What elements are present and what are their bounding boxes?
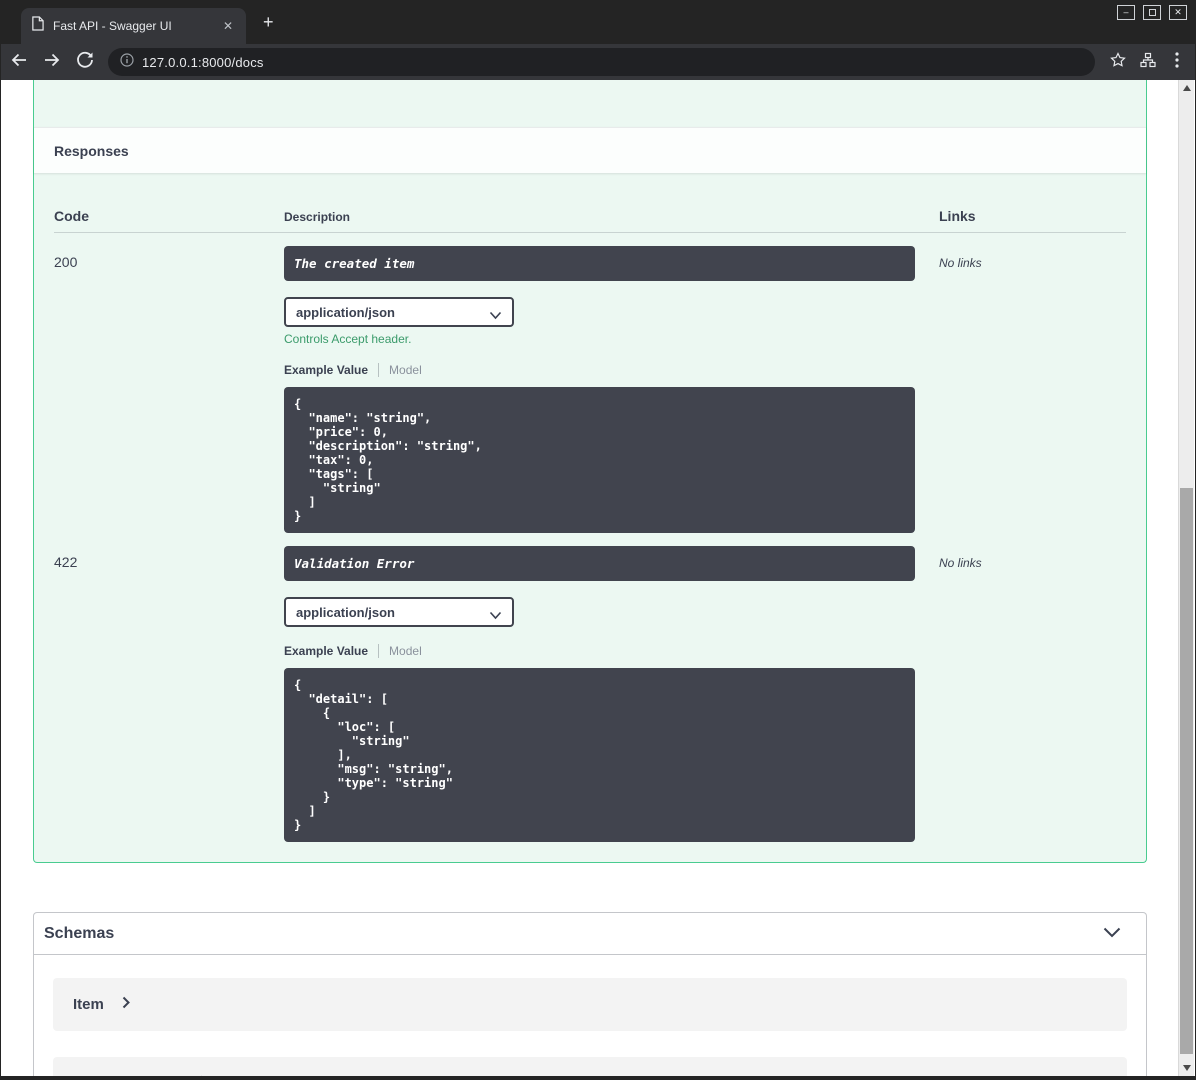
forward-arrow-icon — [45, 53, 60, 66]
star-icon — [1110, 51, 1126, 67]
schemas-header[interactable]: Schemas — [34, 913, 1146, 955]
opblock-spacer — [34, 80, 1146, 127]
response-description: Validation Error — [284, 546, 915, 581]
back-button[interactable] — [4, 51, 34, 74]
response-links: No links — [939, 556, 982, 570]
example-json: { "detail": [ { "loc": [ "string" ], "ms… — [294, 678, 453, 832]
accept-header-note: Controls Accept header. — [284, 332, 412, 346]
page-favicon-icon — [31, 16, 44, 36]
schemas-list: Item ValidationError — [34, 955, 1146, 1076]
example-json-block: { "name": "string", "price": 0, "descrip… — [284, 387, 915, 533]
browser-window: Fast API - Swagger UI ✕ + ‒ ✕ 127.0.0.1:… — [0, 0, 1196, 1080]
opblock-responses-section: Responses Code Description Links 200 The… — [33, 80, 1147, 863]
example-model-tabs: Example Value Model — [284, 643, 939, 658]
url-text: 127.0.0.1:8000/docs — [142, 54, 264, 70]
tab-title: Fast API - Swagger UI — [53, 19, 172, 33]
browser-toolbar: 127.0.0.1:8000/docs — [1, 44, 1195, 80]
schemas-section: Schemas Item ValidationError — [33, 912, 1147, 1076]
maximize-icon — [1148, 9, 1156, 16]
scroll-down-arrow[interactable] — [1179, 1060, 1194, 1076]
response-row-422: 422 Validation Error application/json Ex… — [54, 533, 1126, 842]
swagger-page: Responses Code Description Links 200 The… — [2, 80, 1178, 1076]
tab-strip: Fast API - Swagger UI ✕ + ‒ ✕ — [1, 0, 1195, 44]
tab-example-value[interactable]: Example Value — [284, 363, 368, 377]
response-description: The created item — [284, 246, 915, 281]
tab-model[interactable]: Model — [389, 644, 422, 658]
media-type-control: application/json — [284, 597, 514, 627]
forward-button[interactable] — [37, 51, 67, 74]
schemas-title: Schemas — [44, 924, 115, 942]
response-row-200: 200 The created item application/json Co… — [54, 233, 1126, 533]
maximize-button[interactable] — [1143, 5, 1161, 20]
chevron-down-icon[interactable] — [1103, 925, 1121, 943]
address-bar[interactable]: 127.0.0.1:8000/docs — [108, 48, 1095, 76]
column-header-links: Links — [939, 208, 976, 224]
window-controls: ‒ ✕ — [1117, 5, 1187, 20]
triangle-down-icon — [1182, 1065, 1191, 1071]
kebab-menu-icon — [1175, 51, 1179, 68]
close-button[interactable]: ✕ — [1169, 5, 1187, 20]
minimize-button[interactable]: ‒ — [1117, 5, 1135, 20]
column-header-description: Description — [284, 210, 351, 224]
media-type-control: application/json — [284, 297, 514, 327]
chevron-right-icon — [122, 996, 130, 1014]
tab-model[interactable]: Model — [389, 363, 422, 377]
page-scrollbar[interactable] — [1178, 80, 1194, 1076]
response-description-cell: Validation Error application/json Exampl… — [284, 546, 939, 842]
site-info-icon[interactable] — [120, 52, 134, 72]
media-type-select[interactable]: application/json — [284, 297, 514, 327]
example-model-tabs: Example Value Model — [284, 362, 939, 377]
responses-section-header: Responses — [34, 127, 1146, 173]
sitemap-icon — [1140, 52, 1156, 67]
tab-close-icon[interactable]: ✕ — [220, 19, 236, 33]
response-code: 200 — [54, 254, 78, 270]
model-row-validationerror[interactable]: ValidationError — [53, 1057, 1127, 1076]
responses-title: Responses — [54, 142, 129, 159]
responses-table: Code Description Links 200 The created i… — [34, 173, 1146, 862]
model-row-item[interactable]: Item — [53, 978, 1127, 1031]
extensions-button[interactable] — [1133, 52, 1163, 73]
back-arrow-icon — [11, 53, 26, 66]
reload-icon — [77, 51, 93, 68]
response-links: No links — [939, 256, 982, 270]
window-border-bottom — [1, 1076, 1195, 1080]
bookmark-star-button[interactable] — [1103, 51, 1133, 73]
scroll-up-arrow[interactable] — [1179, 80, 1194, 96]
browser-tab[interactable]: Fast API - Swagger UI ✕ — [21, 8, 246, 44]
tab-separator — [378, 643, 380, 658]
tab-example-value[interactable]: Example Value — [284, 644, 368, 658]
scrollbar-thumb[interactable] — [1180, 488, 1193, 1054]
response-code: 422 — [54, 554, 78, 570]
tab-separator — [378, 362, 380, 377]
triangle-up-icon — [1182, 85, 1191, 91]
media-type-select[interactable]: application/json — [284, 597, 514, 627]
column-header-code: Code — [54, 208, 89, 224]
model-name: Item — [73, 996, 104, 1013]
reload-button[interactable] — [70, 51, 100, 74]
responses-table-header: Code Description Links — [54, 173, 1126, 233]
response-description-cell: The created item application/json Contro… — [284, 246, 939, 533]
new-tab-button[interactable]: + — [263, 13, 274, 31]
example-json-block: { "detail": [ { "loc": [ "string" ], "ms… — [284, 668, 915, 842]
browser-menu-button[interactable] — [1163, 51, 1191, 73]
example-json: { "name": "string", "price": 0, "descrip… — [294, 397, 482, 523]
